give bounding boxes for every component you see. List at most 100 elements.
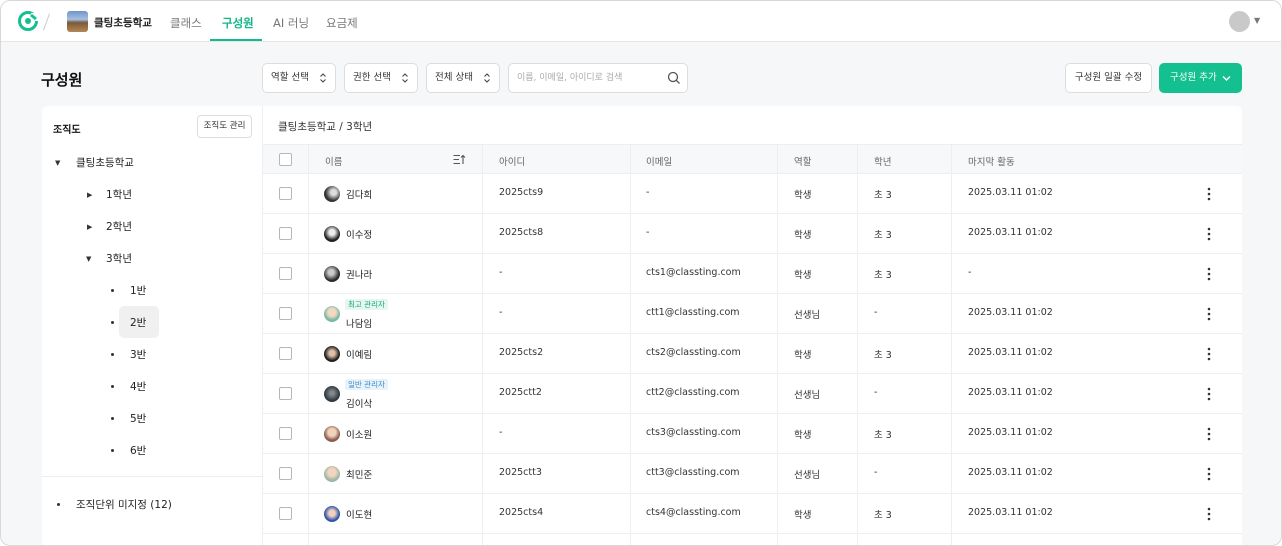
row-checkbox[interactable]: [279, 187, 292, 200]
member-role: 학생: [794, 350, 812, 361]
tab-ai-learning[interactable]: AI 러닝: [273, 15, 309, 31]
search-input[interactable]: [517, 69, 662, 87]
more-options-icon[interactable]: [1207, 187, 1211, 201]
member-last-activity: 2025.03.11 01:02: [968, 227, 1053, 238]
table-row[interactable]: 이도현 2025cts4 cts4@classting.com 학생 초 3 2…: [263, 494, 1242, 534]
member-role: 선생님: [794, 390, 821, 401]
more-options-icon[interactable]: [1207, 347, 1211, 361]
row-checkbox[interactable]: [279, 227, 292, 240]
tree-item-grade-1[interactable]: 1학년: [106, 187, 132, 202]
member-role: 학생: [794, 190, 812, 201]
breadcrumb: 클팅초등학교 / 3학년: [278, 121, 373, 133]
member-name[interactable]: 김다희: [346, 187, 372, 201]
column-header-name[interactable]: 이름: [325, 154, 342, 168]
member-last-activity: 2025.03.11 01:02: [968, 387, 1053, 398]
tree-item-class-1[interactable]: 1반: [130, 283, 146, 298]
member-grade: -: [874, 307, 878, 318]
more-options-icon[interactable]: [1207, 507, 1211, 521]
table-row[interactable]: 일반 관리자 김이삭 2025ctt2 ctt2@classting.com 선…: [263, 374, 1242, 414]
nav-divider: [42, 13, 51, 31]
more-options-icon[interactable]: [1207, 227, 1211, 241]
member-email: cts1@classting.com: [646, 267, 741, 278]
member-name[interactable]: 이예림: [346, 347, 372, 361]
member-email: cts3@classting.com: [646, 427, 741, 438]
table-row[interactable]: 이예림 2025cts2 cts2@classting.com 학생 초 3 2…: [263, 334, 1242, 374]
table-row[interactable]: 최고 관리자 나담임 - ctt1@classting.com 선생님 - 20…: [263, 294, 1242, 334]
tab-classes[interactable]: 클래스: [170, 15, 202, 31]
caret-down-icon[interactable]: ▼: [1254, 16, 1260, 25]
manage-org-tree-button[interactable]: 조직도 관리: [197, 115, 252, 138]
tree-item-class-4[interactable]: 4반: [130, 379, 146, 394]
tree-item-class-2[interactable]: 2반: [130, 315, 146, 330]
table-row[interactable]: 이수정 2025cts8 - 학생 초 3 2025.03.11 01:02: [263, 214, 1242, 254]
member-grade: 초 3: [874, 190, 892, 201]
table-row[interactable]: 최민준 2025ctt3 ctt3@classting.com 선생님 - 20…: [263, 454, 1242, 494]
caret-expanded-icon[interactable]: ▼: [55, 159, 60, 167]
search-icon[interactable]: [667, 71, 681, 85]
tree-item-class-3[interactable]: 3반: [130, 347, 146, 362]
member-last-activity: 2025.03.11 01:02: [968, 507, 1053, 518]
member-grade: -: [874, 467, 878, 478]
status-filter-select[interactable]: 전체 상태: [426, 63, 500, 93]
member-role: 학생: [794, 230, 812, 241]
table-row[interactable]: 권나라 - cts1@classting.com 학생 초 3 -: [263, 254, 1242, 294]
bulk-edit-members-button[interactable]: 구성원 일괄 수정: [1065, 63, 1152, 93]
member-name[interactable]: 이도현: [346, 507, 372, 521]
row-checkbox[interactable]: [279, 387, 292, 400]
member-name[interactable]: 김이삭: [346, 396, 372, 410]
member-email: ctt2@classting.com: [646, 387, 740, 398]
more-options-icon[interactable]: [1207, 427, 1211, 441]
member-name[interactable]: 이소원: [346, 427, 372, 441]
tree-item-grade-2[interactable]: 2학년: [106, 219, 132, 234]
member-name[interactable]: 이수정: [346, 227, 372, 241]
sort-arrows-icon: [320, 73, 326, 83]
chevron-down-icon: [1222, 76, 1231, 81]
row-checkbox[interactable]: [279, 467, 292, 480]
tab-pricing[interactable]: 요금제: [326, 15, 358, 31]
row-checkbox[interactable]: [279, 307, 292, 320]
school-name[interactable]: 클팅초등학교: [94, 15, 152, 30]
classting-logo-icon[interactable]: [17, 10, 39, 32]
more-options-icon[interactable]: [1207, 267, 1211, 281]
select-all-checkbox[interactable]: [279, 153, 292, 166]
caret-collapsed-icon[interactable]: ▶: [87, 223, 92, 231]
member-grade: 초 3: [874, 510, 892, 521]
column-header-email: 이메일: [646, 157, 673, 168]
column-header-last-activity: 마지막 활동: [968, 157, 1015, 168]
member-role: 선생님: [794, 470, 821, 481]
school-image[interactable]: [67, 11, 88, 32]
permission-filter-label: 권한 선택: [353, 72, 391, 83]
add-member-button[interactable]: 구성원 추가: [1159, 63, 1242, 93]
member-name[interactable]: 권나라: [346, 267, 372, 281]
tree-item-unassigned[interactable]: 조직단위 미지정 (12): [76, 497, 172, 512]
member-email: -: [646, 227, 650, 238]
member-last-activity: 2025.03.11 01:02: [968, 187, 1053, 198]
row-checkbox[interactable]: [279, 347, 292, 360]
table-row[interactable]: 이소원 - cts3@classting.com 학생 초 3 2025.03.…: [263, 414, 1242, 454]
member-email: cts2@classting.com: [646, 347, 741, 358]
tree-item-grade-3[interactable]: 3학년: [106, 251, 132, 266]
tree-item-class-6[interactable]: 6반: [130, 443, 146, 458]
sort-icon[interactable]: [453, 154, 466, 165]
table-row[interactable]: 김다희 2025cts9 - 학생 초 3 2025.03.11 01:02: [263, 174, 1242, 214]
bullet-icon: [111, 417, 114, 420]
tree-item-class-5[interactable]: 5반: [130, 411, 146, 426]
row-checkbox[interactable]: [279, 267, 292, 280]
tab-members[interactable]: 구성원: [222, 15, 254, 31]
caret-collapsed-icon[interactable]: ▶: [87, 191, 92, 199]
member-grade: 초 3: [874, 230, 892, 241]
permission-filter-select[interactable]: 권한 선택: [344, 63, 418, 93]
admin-badge: 최고 관리자: [345, 299, 388, 310]
row-checkbox[interactable]: [279, 507, 292, 520]
row-checkbox[interactable]: [279, 427, 292, 440]
role-filter-select[interactable]: 역할 선택: [262, 63, 336, 93]
more-options-icon[interactable]: [1207, 467, 1211, 481]
member-name[interactable]: 최민준: [346, 467, 372, 481]
admin-badge: 일반 관리자: [345, 379, 388, 390]
member-name[interactable]: 나담임: [346, 316, 372, 330]
more-options-icon[interactable]: [1207, 387, 1211, 401]
caret-expanded-icon[interactable]: ▼: [86, 255, 91, 263]
more-options-icon[interactable]: [1207, 307, 1211, 321]
user-avatar[interactable]: [1229, 11, 1250, 32]
tree-item-school[interactable]: 클팅초등학교: [76, 155, 134, 170]
